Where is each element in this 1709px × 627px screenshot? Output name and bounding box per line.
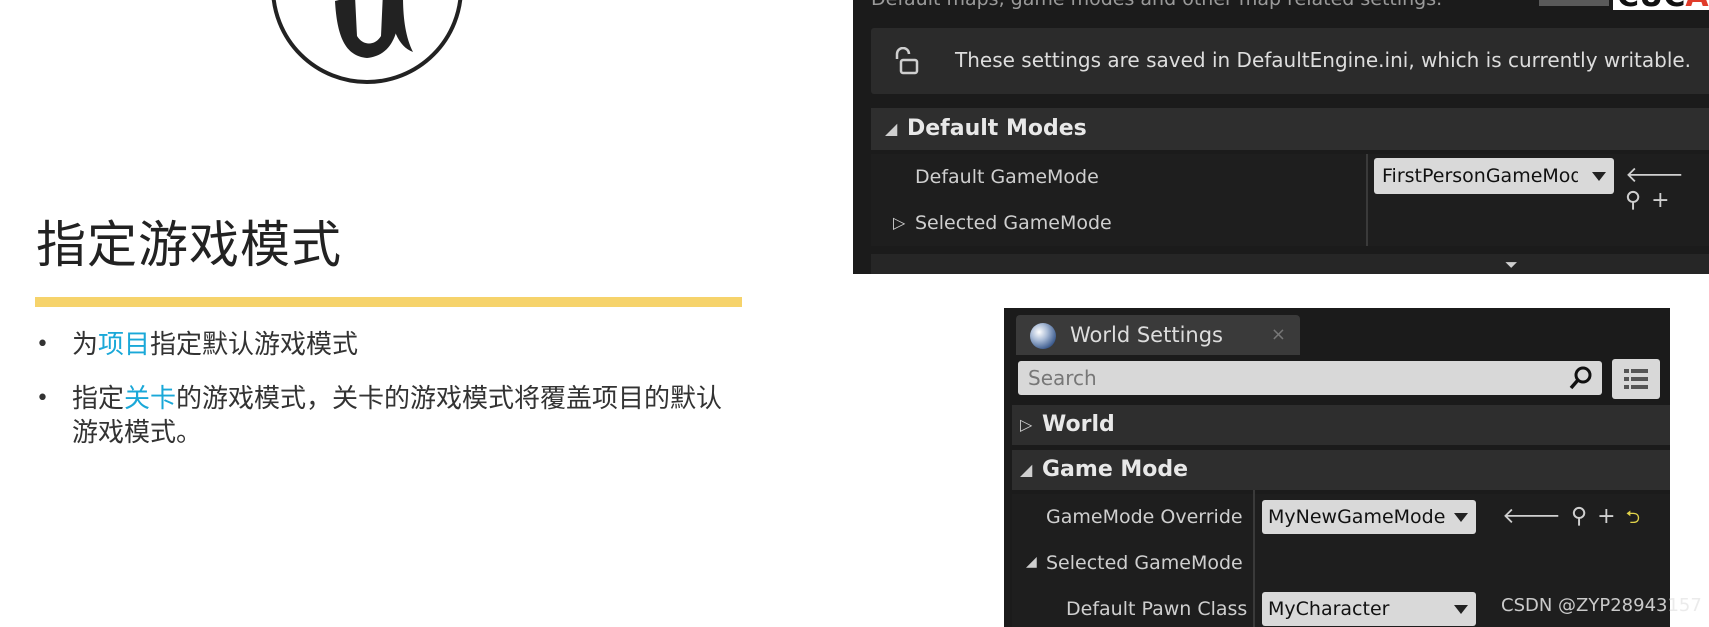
maps-modes-description: Default maps, game modes and other map r… [871, 0, 1442, 10]
column-divider [1366, 154, 1368, 246]
expand-down-icon: ⏷ [1505, 255, 1518, 274]
bullet-text-pre: 指定 [72, 384, 125, 414]
default-pawn-dropdown[interactable]: MyCharacter [1262, 592, 1476, 626]
add-icon[interactable]: + [1597, 504, 1615, 529]
bullet-dot: • [36, 332, 49, 357]
column-divider [1253, 490, 1255, 627]
logo-text: CUCA [1613, 0, 1709, 12]
chevron-down-icon [1454, 513, 1468, 522]
expanded-triangle-icon: ◢ [1020, 460, 1033, 479]
gamemode-override-actions: 🡐 ⚲ + ⮌ [1502, 503, 1650, 535]
bullet-text-post: 指定默认游戏模式 [150, 330, 359, 360]
section-label: Default Modes [907, 116, 1087, 141]
bullet-text-pre: 为 [72, 330, 99, 360]
bullet-item: • 指定关卡的游戏模式，关卡的游戏模式将覆盖项目的默认游戏模式。 [36, 382, 736, 450]
world-section-header[interactable]: ▷ World [1012, 405, 1670, 445]
watermark: CSDN @ZYP28943157 [1501, 595, 1702, 616]
search-placeholder: Search [1028, 366, 1097, 390]
tab-title: World Settings [1070, 323, 1223, 347]
title-accent-bar [35, 297, 742, 307]
default-gamemode-dropdown[interactable]: FirstPersonGameMode [1374, 158, 1614, 194]
game-mode-section-header[interactable]: ◢ Game Mode [1012, 450, 1670, 490]
expanded-triangle-icon: ◢ [885, 119, 898, 138]
selected-gamemode-row[interactable]: ◢ Selected GameMode [1012, 540, 1670, 586]
view-options-button[interactable] [1612, 359, 1660, 399]
browse-search-icon[interactable]: ⚲ [1571, 504, 1587, 529]
use-selected-arrow-icon[interactable]: 🡐 [1625, 162, 1684, 188]
bullet-dot: • [36, 386, 49, 411]
default-gamemode-label: Default GameMode [915, 166, 1099, 188]
chevron-down-icon [1592, 172, 1606, 181]
expanded-triangle-icon: ◢ [1026, 554, 1037, 570]
dropdown-value: MyNewGameMode [1268, 506, 1446, 528]
world-settings-panel: World Settings × Search ▷ World ◢ Game M… [1004, 308, 1670, 627]
default-modes-header[interactable]: ◢ Default Modes [871, 108, 1709, 150]
reset-to-default-icon[interactable]: ⮌ [1626, 505, 1640, 535]
slide-title: 指定游戏模式 [36, 216, 342, 274]
notice-text: These settings are saved in DefaultEngin… [955, 48, 1692, 72]
collapsed-triangle-icon: ▷ [1020, 415, 1033, 434]
default-pawn-label: Default Pawn Class [1066, 598, 1248, 620]
selected-gamemode-label: Selected GameMode [1046, 552, 1243, 574]
unreal-engine-logo [271, 0, 463, 84]
section-label: Game Mode [1042, 457, 1189, 482]
bullet-highlight: 项目 [98, 330, 151, 360]
section-label: World [1042, 412, 1115, 437]
globe-icon [1030, 323, 1056, 349]
selected-gamemode-row[interactable]: ▷ Selected GameMode [871, 200, 1709, 246]
close-icon[interactable]: × [1271, 324, 1286, 345]
bullet-highlight: 关卡 [124, 384, 177, 414]
unlock-icon [895, 47, 919, 75]
gamemode-override-dropdown[interactable]: MyNewGameMode [1262, 500, 1476, 534]
collapsed-triangle-icon: ▷ [893, 213, 906, 232]
search-input[interactable]: Search [1018, 361, 1602, 395]
advanced-expander[interactable]: ⏷ [871, 254, 1709, 274]
bullet-list: • 为项目指定默认游戏模式 • 指定关卡的游戏模式，关卡的游戏模式将覆盖项目的默… [36, 328, 736, 470]
gamemode-actions: 🡐⚲ + [1625, 162, 1709, 213]
cuc-logo-fragment: CUCA [1539, 0, 1709, 16]
dropdown-value: FirstPersonGameMode [1382, 165, 1578, 187]
add-icon[interactable]: + [1651, 188, 1669, 213]
grid-view-icon [1624, 369, 1648, 389]
toolbar-button-fragment [1539, 0, 1609, 6]
browse-search-icon[interactable]: ⚲ [1625, 188, 1641, 213]
config-notice: These settings are saved in DefaultEngin… [871, 28, 1709, 94]
chevron-down-icon [1454, 605, 1468, 614]
selected-gamemode-label: Selected GameMode [915, 212, 1112, 234]
gamemode-override-label: GameMode Override [1046, 506, 1243, 528]
bullet-item: • 为项目指定默认游戏模式 [36, 328, 736, 362]
dropdown-value: MyCharacter [1268, 598, 1390, 620]
search-icon [1569, 366, 1592, 390]
tab-world-settings[interactable]: World Settings × [1016, 315, 1300, 355]
project-settings-panel: Default maps, game modes and other map r… [853, 0, 1709, 274]
use-selected-arrow-icon[interactable]: 🡐 [1502, 503, 1561, 529]
